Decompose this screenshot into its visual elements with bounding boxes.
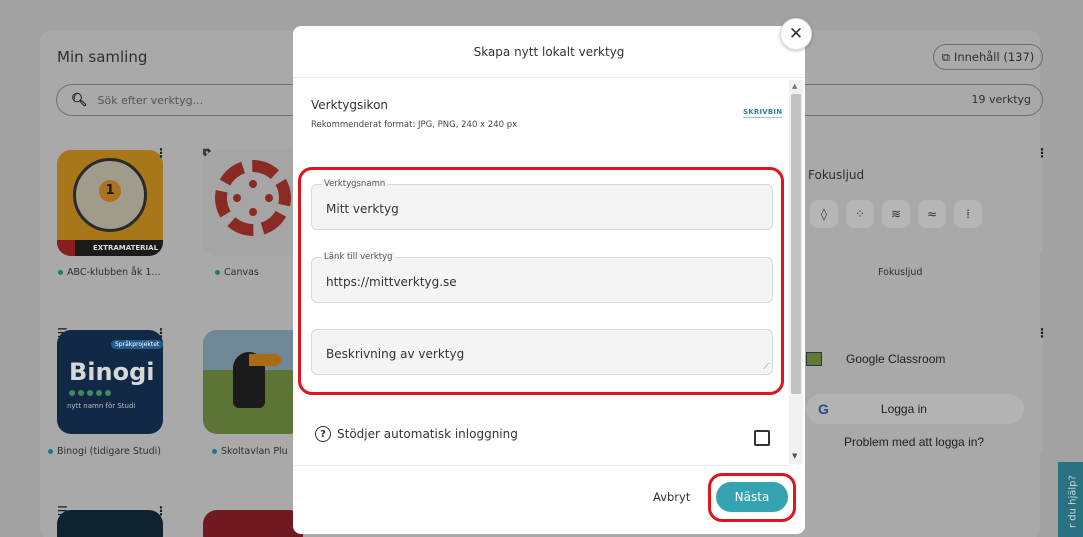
- canvas-logo: [215, 160, 291, 236]
- search-placeholder: Sök efter verktyg...: [97, 93, 204, 107]
- search-icon: 🔍︎: [71, 92, 88, 108]
- modal-title: Skapa nytt lokalt verktyg: [293, 26, 805, 78]
- tool-tile[interactable]: [57, 510, 163, 537]
- modal-footer-divider: [293, 465, 789, 466]
- waves-icon[interactable]: ≈: [918, 200, 946, 228]
- login-problem-link[interactable]: Problem med att logga in?: [844, 435, 984, 449]
- content-button[interactable]: ⧉ Innehåll (137): [933, 44, 1043, 70]
- fokusljud-title: Fokusljud: [808, 168, 865, 182]
- tool-icon-format-hint: Rekommenderat format: JPG, PNG, 240 x 24…: [311, 120, 518, 130]
- google-classroom-icon: [806, 352, 822, 366]
- tile-label: Canvas: [215, 267, 259, 278]
- tool-tile-skoltavlan[interactable]: [203, 330, 303, 434]
- fokusljud-label: Fokusljud: [878, 267, 923, 278]
- auto-login-label: Stödjer automatisk inloggning: [337, 427, 518, 441]
- tile-label: ABC-klubben åk 1...: [58, 267, 160, 278]
- status-dot: [215, 270, 220, 275]
- binogi-logo-text: Binogi: [69, 358, 155, 386]
- google-classroom-widget: Google Classroom G Logga in Problem med …: [796, 330, 1043, 460]
- more-icon[interactable]: ⋮: [1036, 146, 1048, 160]
- abc-number: 1: [99, 180, 121, 202]
- tool-tile-canvas[interactable]: [203, 150, 303, 256]
- google-classroom-title: Google Classroom: [846, 352, 946, 366]
- close-icon: ✕: [788, 24, 804, 44]
- modal-scrollbar-thumb[interactable]: [791, 94, 801, 394]
- help-tab[interactable]: r du hjälp?: [1058, 462, 1083, 537]
- tool-tile-binogi[interactable]: Språkprojektet Binogi nytt namn för Stud…: [57, 330, 163, 434]
- tool-icon-title: Verktygsikon: [311, 98, 389, 112]
- binogi-pill: Språkprojektet: [111, 340, 163, 349]
- scroll-down-arrow-icon[interactable]: ▼: [792, 452, 797, 460]
- toucan-beak: [249, 354, 281, 366]
- grid-icon[interactable]: ⁞: [954, 200, 982, 228]
- fokusljud-widget[interactable]: Fokusljud ◊ ⁘ ≋ ≈ ⁞: [796, 150, 1043, 258]
- publisher-logo: [57, 240, 75, 256]
- status-dot: [212, 449, 217, 454]
- more-icon[interactable]: ⋮: [155, 146, 167, 160]
- collection-title: Min samling: [57, 48, 148, 66]
- more-icon[interactable]: ⋮: [1036, 326, 1048, 340]
- tool-count: 19 verktyg: [971, 93, 1031, 106]
- binogi-dots: [69, 390, 111, 396]
- content-button-label: Innehåll (137): [953, 50, 1035, 64]
- close-button[interactable]: ✕: [780, 18, 812, 50]
- google-login-label: Logga in: [880, 402, 927, 416]
- auto-login-checkbox[interactable]: [754, 430, 770, 446]
- status-dot: [58, 270, 63, 275]
- status-dot: [48, 449, 53, 454]
- tile-label: Skoltavlan Plu: [212, 446, 288, 457]
- canvas-dot: [249, 208, 257, 216]
- google-icon: G: [818, 401, 829, 417]
- highlight-annotation-next: [708, 473, 796, 522]
- content-icon: ⧉: [941, 49, 950, 64]
- highlight-annotation-fields: [298, 167, 784, 395]
- canvas-dot: [249, 180, 257, 188]
- auto-login-row: ? Stödjer automatisk inloggning: [315, 426, 518, 442]
- cancel-button[interactable]: Avbryt: [653, 490, 690, 504]
- help-icon[interactable]: ?: [315, 426, 331, 442]
- sparkle-icon[interactable]: ⁘: [846, 200, 874, 228]
- google-login-button[interactable]: G Logga in: [806, 394, 1024, 424]
- tool-tile[interactable]: [203, 510, 303, 537]
- tile-label: Binogi (tidigare Studi): [48, 446, 161, 457]
- canvas-dot: [233, 194, 241, 202]
- drop-icon[interactable]: ◊: [810, 200, 838, 228]
- wind-icon[interactable]: ≋: [882, 200, 910, 228]
- binogi-subtitle: nytt namn för Studi: [67, 402, 136, 410]
- scroll-up-arrow-icon[interactable]: ▲: [792, 82, 797, 90]
- canvas-dot: [265, 194, 273, 202]
- tool-tile-abc-klubben[interactable]: 1 EXTRAMATERIAL: [57, 150, 163, 256]
- tool-icon-preview[interactable]: SKRIVBIN: [743, 108, 783, 118]
